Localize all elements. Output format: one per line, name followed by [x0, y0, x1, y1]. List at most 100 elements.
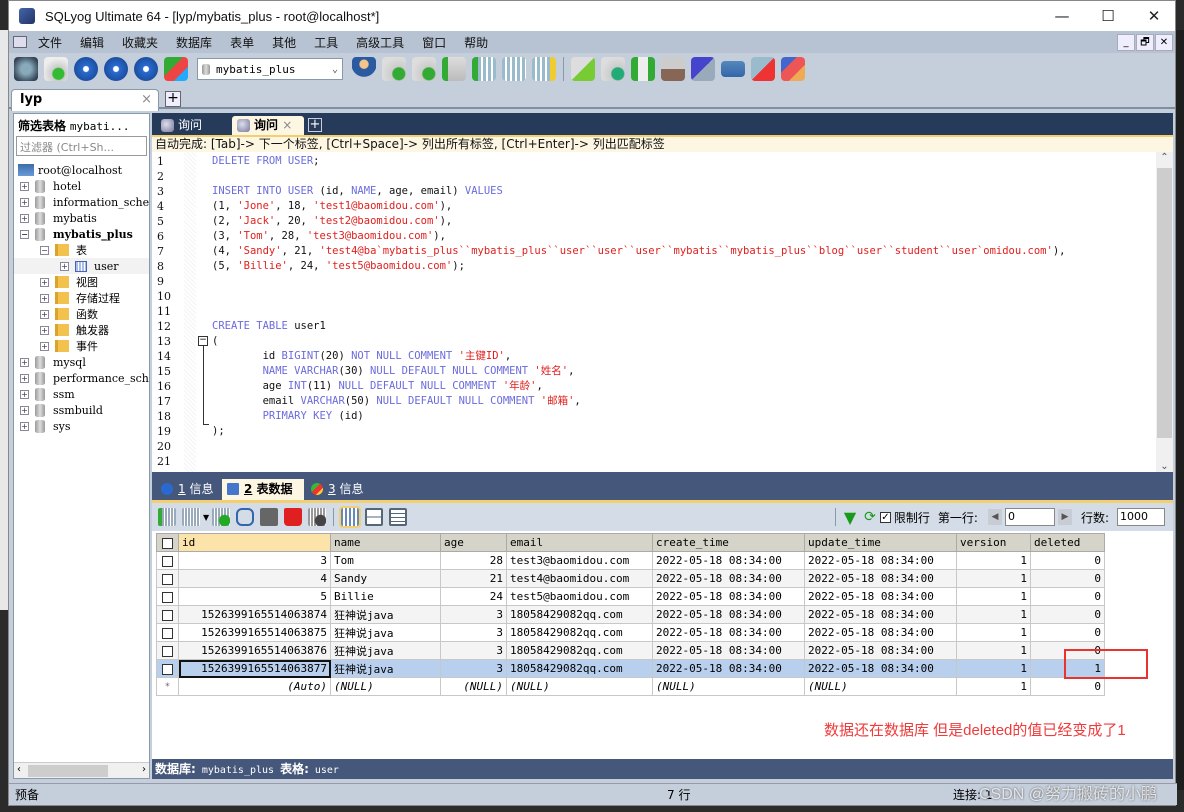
execute-all-icon[interactable] [104, 57, 128, 81]
fold-collapse-icon[interactable]: − [198, 336, 208, 346]
add-query-tab-button[interactable]: + [308, 118, 322, 132]
row-checkbox-cell[interactable] [156, 551, 179, 570]
table-row[interactable]: 1526399165514063875 狂神说java 3 18058429082qq… [156, 623, 1105, 642]
menu-other[interactable]: 其他 [263, 34, 305, 51]
result-tab-table-data[interactable]: 2 表数据 [222, 479, 304, 500]
tree-folder-procedures[interactable]: + 存储过程 [14, 290, 149, 306]
expand-icon[interactable]: + [20, 389, 29, 399]
editor-vertical-scrollbar[interactable]: ⌃ ⌄ [1156, 152, 1173, 472]
tree-folder-events[interactable]: + 事件 [14, 338, 149, 354]
collapse-icon[interactable]: − [20, 229, 29, 239]
cell-name[interactable]: 狂神说java [330, 659, 441, 678]
column-header-version[interactable]: version [956, 533, 1031, 552]
cell-version[interactable]: 1 [956, 551, 1031, 570]
expand-icon[interactable]: + [60, 261, 69, 271]
mdi-restore-button[interactable]: 🗗 [1136, 34, 1154, 51]
code-line[interactable]: age INT(11) NULL DEFAULT NULL COMMENT '年… [212, 379, 543, 394]
expand-icon[interactable]: + [20, 197, 29, 207]
expand-icon[interactable]: + [20, 213, 29, 223]
cell-deleted[interactable]: 0 [1030, 605, 1105, 624]
cell-age[interactable]: 3 [440, 659, 507, 678]
column-header-deleted[interactable]: deleted [1030, 533, 1105, 552]
row-checkbox[interactable] [162, 609, 173, 621]
cell-email[interactable]: 18058429082qq.com [506, 659, 653, 678]
cell-create-time[interactable]: 2022-05-18 08:34:00 [652, 623, 805, 642]
menu-file[interactable]: 文件 [29, 34, 71, 51]
expand-icon[interactable]: + [40, 277, 49, 287]
code-line[interactable]: (5, 'Billie', 24, 'test5@baomidou.com'); [212, 259, 465, 274]
new-cell-create-time[interactable]: (NULL) [652, 677, 805, 696]
grid-view-icon[interactable] [339, 506, 362, 528]
column-header-create-time[interactable]: create_time [652, 533, 805, 552]
row-checkbox[interactable] [162, 591, 173, 603]
menu-advanced-tools[interactable]: 高级工具 [347, 34, 413, 51]
cell-email[interactable]: test3@baomidou.com [506, 551, 653, 570]
form-view-icon[interactable] [365, 508, 384, 526]
database-select[interactable]: mybatis_plus ⌄ [197, 58, 343, 80]
query-builder-icon[interactable] [691, 57, 715, 81]
cell-deleted[interactable]: 0 [1030, 569, 1105, 588]
cell-id[interactable]: 4 [178, 569, 331, 588]
query-tab-2[interactable]: 询问 × [232, 116, 304, 135]
expand-icon[interactable]: + [20, 181, 29, 191]
cell-create-time[interactable]: 2022-05-18 08:34:00 [652, 551, 805, 570]
restore-db-icon[interactable] [412, 57, 436, 81]
cell-email[interactable]: 18058429082qq.com [506, 623, 653, 642]
table-row[interactable]: 5 Billie 24 test5@baomidou.com 2022-05-18 08… [156, 587, 1105, 606]
scroll-right-icon[interactable]: › [142, 764, 146, 775]
tree-db-mybatis-plus[interactable]: − mybatis_plus [14, 226, 149, 242]
result-grid[interactable]: id name age email create_time update_time vers… [156, 533, 1105, 696]
import-icon[interactable] [442, 57, 466, 81]
column-header-email[interactable]: email [506, 533, 653, 552]
cell-email[interactable]: 18058429082qq.com [506, 641, 653, 660]
mdi-close-button[interactable]: ✕ [1155, 34, 1173, 51]
cell-create-time[interactable]: 2022-05-18 08:34:00 [652, 587, 805, 606]
cell-id[interactable]: 1526399165514063877 [178, 659, 331, 678]
column-header-id[interactable]: id [178, 533, 331, 552]
cell-age[interactable]: 21 [440, 569, 507, 588]
cell-update-time[interactable]: 2022-05-18 08:34:00 [804, 551, 957, 570]
cell-create-time[interactable]: 2022-05-18 08:34:00 [652, 605, 805, 624]
schema-diagram-icon[interactable] [781, 57, 805, 81]
result-tab-messages[interactable]: 1 信息 [156, 479, 220, 500]
row-checkbox[interactable] [162, 555, 173, 567]
job-agent-icon[interactable] [721, 61, 745, 77]
db-sync-icon[interactable] [601, 57, 625, 81]
sidebar-horizontal-scrollbar[interactable]: ‹ › [14, 762, 149, 778]
new-row[interactable]: * (Auto) (NULL) (NULL) (NULL) (NULL) (NULL) 1 0 [156, 677, 1105, 696]
sql-editor[interactable]: 1 2 3 4 5 6 7 8 9 10 11 12 13 14 15 16 17 18 19 20 21 DELETE… [152, 152, 1173, 472]
add-row-icon[interactable] [212, 508, 231, 526]
new-cell-version[interactable]: 1 [956, 677, 1031, 696]
cell-name[interactable]: Tom [330, 551, 441, 570]
cell-name[interactable]: 狂神说java [330, 641, 441, 660]
table-diff-icon[interactable] [751, 57, 775, 81]
menu-favorites[interactable]: 收藏夹 [113, 34, 167, 51]
execute-edit-icon[interactable] [134, 57, 158, 81]
duplicate-row-icon[interactable] [182, 508, 200, 526]
row-checkbox-cell[interactable] [156, 587, 179, 606]
expand-icon[interactable]: + [20, 373, 29, 383]
menu-help[interactable]: 帮助 [455, 34, 497, 51]
scroll-thumb[interactable] [1157, 168, 1172, 438]
tree-folder-views[interactable]: + 视图 [14, 274, 149, 290]
cell-email[interactable]: test5@baomidou.com [506, 587, 653, 606]
maximize-button[interactable]: ☐ [1085, 1, 1131, 31]
cell-deleted[interactable]: 0 [1030, 587, 1105, 606]
add-connection-tab-button[interactable]: + [165, 91, 181, 107]
code-line[interactable]: (2, 'Jack', 20, 'test2@baomidou.com'), [212, 214, 452, 229]
cell-update-time[interactable]: 2022-05-18 08:34:00 [804, 623, 957, 642]
cell-version[interactable]: 1 [956, 587, 1031, 606]
menu-tools[interactable]: 工具 [305, 34, 347, 51]
code-line[interactable]: DELETE FROM USER; [212, 154, 319, 169]
save-icon[interactable] [260, 508, 279, 526]
cell-deleted[interactable]: 0 [1030, 551, 1105, 570]
menu-table[interactable]: 表单 [221, 34, 263, 51]
sql-check-icon[interactable] [571, 57, 595, 81]
cell-update-time[interactable]: 2022-05-18 08:34:00 [804, 587, 957, 606]
rows-input[interactable]: 1000 [1117, 508, 1165, 526]
cell-create-time[interactable]: 2022-05-18 08:34:00 [652, 569, 805, 588]
tree-db-ssm[interactable]: + ssm [14, 386, 149, 402]
structure-compare-icon[interactable] [631, 57, 655, 81]
menu-edit[interactable]: 编辑 [71, 34, 113, 51]
cell-version[interactable]: 1 [956, 569, 1031, 588]
